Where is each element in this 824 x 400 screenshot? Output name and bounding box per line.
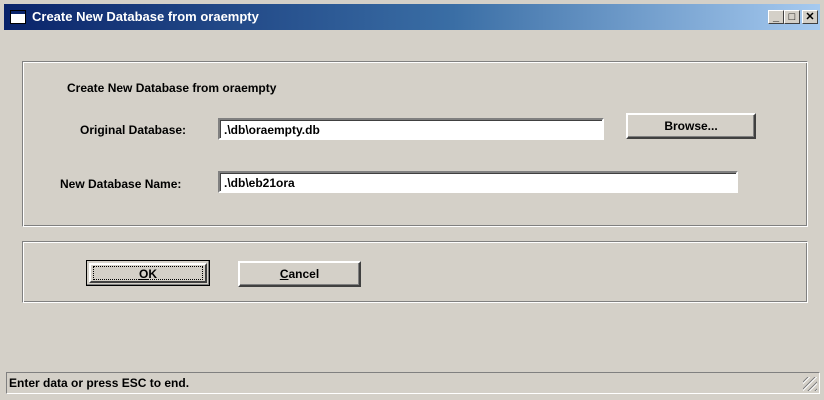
status-text: Enter data or press ESC to end. (9, 376, 190, 390)
ok-rest: K (148, 267, 157, 281)
ok-button[interactable]: OK (86, 260, 210, 286)
ok-button-label: OK (87, 263, 209, 285)
window-icon (10, 10, 26, 24)
close-button[interactable]: ✕ (802, 10, 818, 24)
maximize-button[interactable]: □ (784, 10, 800, 24)
status-bar: Enter data or press ESC to end. (6, 372, 820, 394)
original-database-label: Original Database: (80, 123, 187, 137)
ok-mnemonic: O (138, 267, 149, 281)
title-bar[interactable]: Create New Database from oraempty _ □ ✕ (4, 4, 820, 30)
original-database-field[interactable]: .\db\oraempty.db (218, 118, 604, 140)
browse-button[interactable]: Browse... (626, 113, 756, 139)
resize-grip-icon[interactable] (803, 377, 817, 391)
window-title: Create New Database from oraempty (32, 9, 259, 24)
cancel-rest: ancel (288, 267, 320, 281)
dialog-window: Create New Database from oraempty _ □ ✕ … (0, 0, 824, 400)
new-database-name-field[interactable]: .\db\eb21ora (218, 171, 738, 193)
form-heading: Create New Database from oraempty (67, 81, 277, 95)
new-database-name-label: New Database Name: (60, 177, 182, 191)
cancel-button[interactable]: Cancel (238, 261, 361, 287)
minimize-button[interactable]: _ (768, 10, 784, 24)
